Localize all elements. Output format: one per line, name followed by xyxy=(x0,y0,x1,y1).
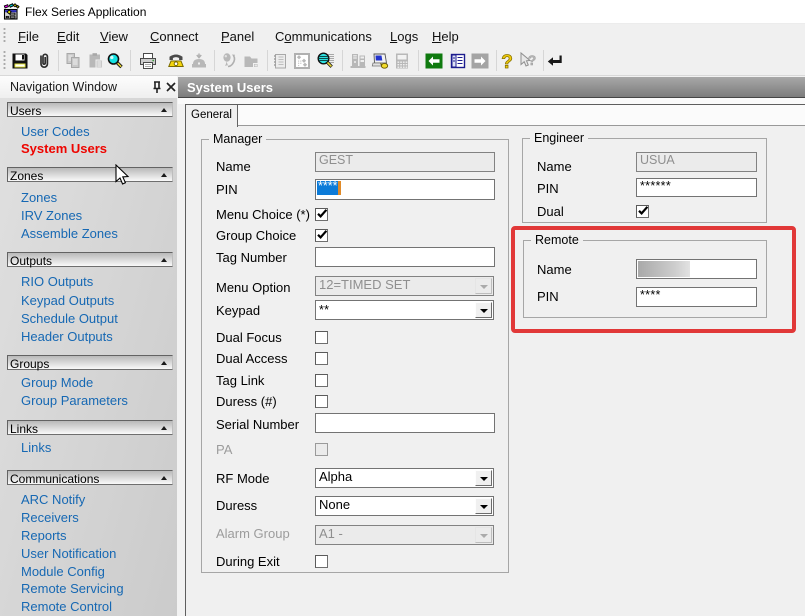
svg-text:?: ? xyxy=(528,52,537,68)
svg-text:?: ? xyxy=(501,52,513,71)
